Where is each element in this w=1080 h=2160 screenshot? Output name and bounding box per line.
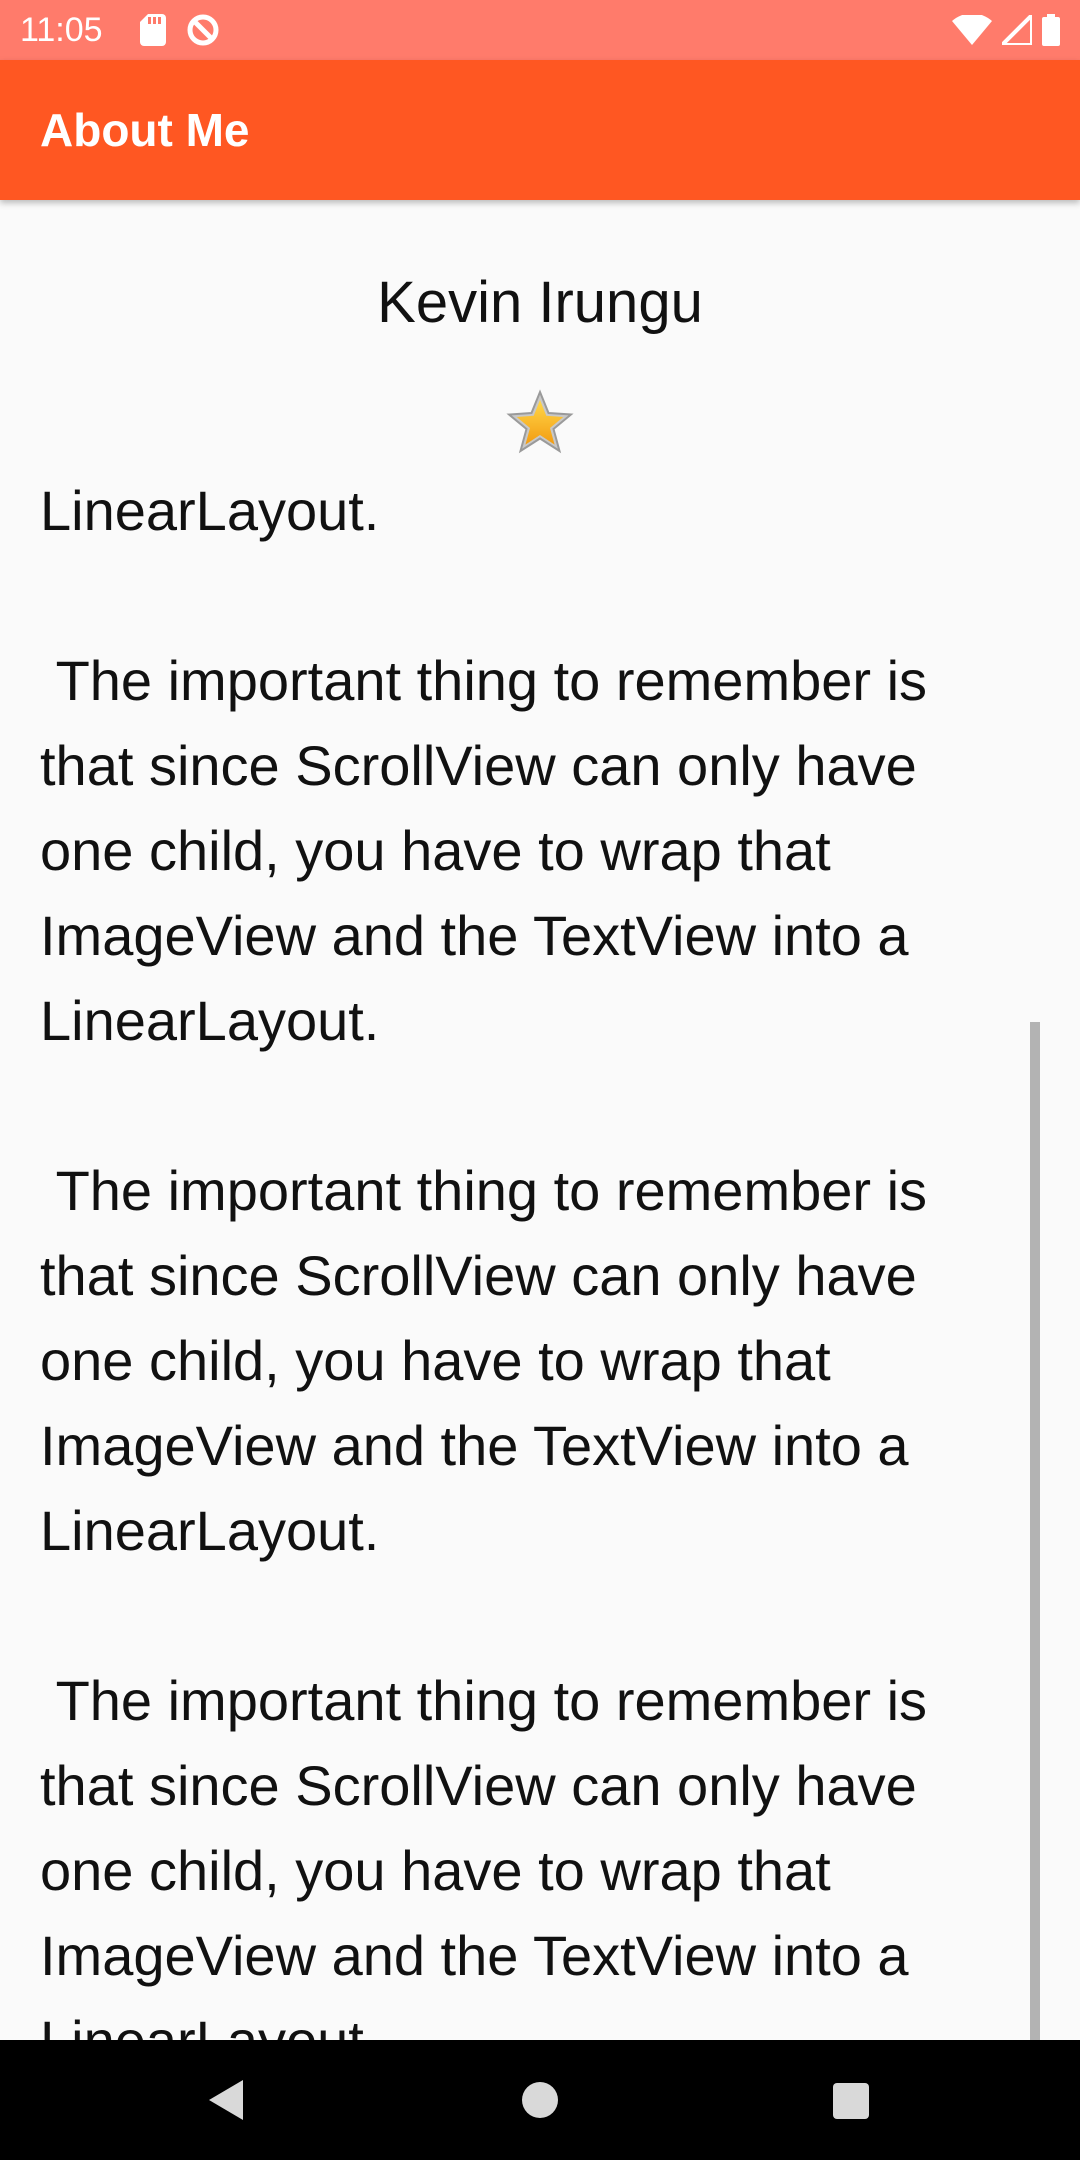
scrollbar-thumb[interactable]: [1030, 1022, 1040, 2040]
star-icon: [506, 389, 574, 454]
recents-icon[interactable]: [833, 2083, 869, 2119]
bio-text: LinearLayout. The important thing to rem…: [40, 479, 928, 2040]
scroll-view[interactable]: Kevin Irungu LinearLayout. The important…: [0, 200, 1080, 2040]
app-bar: About Me: [0, 60, 1080, 200]
navigation-bar: [0, 2040, 1080, 2160]
status-right-icons: [952, 14, 1060, 46]
home-icon[interactable]: [522, 2082, 558, 2118]
app-title: About Me: [40, 104, 250, 156]
back-icon[interactable]: [205, 2078, 249, 2122]
wifi-icon: [952, 15, 992, 45]
status-left-icons: [140, 14, 220, 46]
cell-signal-icon: [1002, 15, 1032, 45]
data-saver-icon: [187, 14, 219, 46]
sd-card-icon: [140, 14, 166, 46]
battery-icon: [1042, 14, 1060, 46]
name-text: Kevin Irungu: [377, 270, 703, 335]
status-time: 11:05: [20, 11, 103, 49]
status-bar: 11:05: [0, 0, 1080, 60]
